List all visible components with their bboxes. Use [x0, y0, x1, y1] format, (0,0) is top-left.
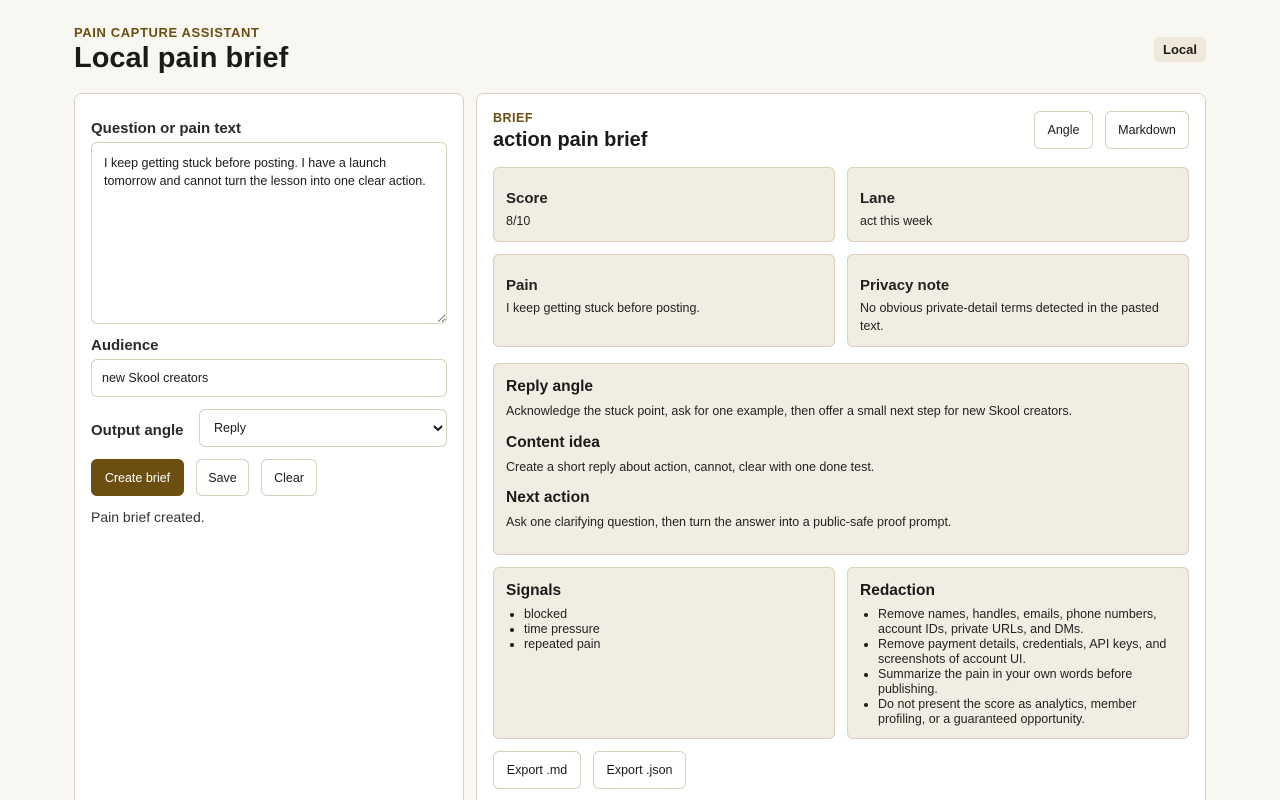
audience-input[interactable] — [91, 359, 447, 397]
pain-text-input[interactable]: I keep getting stuck before posting. I h… — [91, 142, 447, 324]
list-item: Remove payment details, credentials, API… — [878, 637, 1176, 667]
page-title: Local pain brief — [74, 42, 289, 74]
privacy-card: Privacy note No obvious private-detail t… — [847, 254, 1189, 347]
signals-heading: Signals — [506, 582, 562, 599]
privacy-value: No obvious private-detail terms detected… — [860, 301, 1159, 333]
pain-card: Pain I keep getting stuck before posting… — [493, 254, 835, 347]
list-item: time pressure — [524, 622, 822, 637]
angles-card: Reply angle Acknowledge the stuck point,… — [493, 363, 1189, 555]
score-label: Score — [506, 190, 548, 207]
angle-button[interactable]: Angle — [1034, 111, 1093, 149]
lane-card: Lane act this week — [847, 167, 1189, 242]
pain-value: I keep getting stuck before posting. — [506, 301, 700, 315]
lane-value: act this week — [860, 214, 933, 228]
list-item: Do not present the score as analytics, m… — [878, 697, 1176, 727]
input-panel: Question or pain text I keep getting stu… — [74, 93, 464, 800]
list-item: blocked — [524, 607, 822, 622]
output-angle-select[interactable]: Reply — [199, 409, 447, 447]
lane-label: Lane — [860, 190, 896, 207]
reply-angle-heading: Reply angle — [506, 378, 593, 395]
list-item: repeated pain — [524, 637, 822, 652]
redaction-card: Redaction Remove names, handles, emails,… — [847, 567, 1189, 739]
audience-label: Audience — [91, 337, 159, 354]
output-angle-label: Output angle — [91, 422, 184, 439]
signals-list: blocked time pressure repeated pain — [524, 607, 822, 652]
score-value: 8/10 — [506, 214, 531, 228]
signals-card: Signals blocked time pressure repeated p… — [493, 567, 835, 739]
create-brief-button[interactable]: Create brief — [91, 459, 184, 496]
status-message: Pain brief created. — [91, 509, 205, 525]
brief-title: action pain brief — [493, 129, 648, 151]
next-action-heading: Next action — [506, 489, 590, 506]
reply-angle-text: Acknowledge the stuck point, ask for one… — [506, 404, 1073, 418]
clear-button[interactable]: Clear — [261, 459, 317, 496]
next-action-text: Ask one clarifying question, then turn t… — [506, 515, 952, 529]
redaction-list: Remove names, handles, emails, phone num… — [878, 607, 1176, 727]
brief-eyebrow: BRIEF — [493, 111, 533, 125]
list-item: Remove names, handles, emails, phone num… — [878, 607, 1176, 637]
pain-text-label: Question or pain text — [91, 120, 242, 137]
export-json-button[interactable]: Export .json — [593, 751, 686, 789]
export-md-button[interactable]: Export .md — [493, 751, 581, 789]
content-idea-text: Create a short reply about action, canno… — [506, 460, 875, 474]
brief-panel: BRIEF action pain brief Angle Markdown S… — [476, 93, 1206, 800]
privacy-label: Privacy note — [860, 277, 950, 294]
score-card: Score 8/10 — [493, 167, 835, 242]
pain-label: Pain — [506, 277, 538, 294]
redaction-heading: Redaction — [860, 582, 935, 599]
content-idea-heading: Content idea — [506, 434, 600, 451]
local-badge: Local — [1154, 37, 1206, 62]
app-eyebrow: PAIN CAPTURE ASSISTANT — [74, 25, 260, 40]
markdown-button[interactable]: Markdown — [1105, 111, 1189, 149]
save-button[interactable]: Save — [196, 459, 249, 496]
list-item: Summarize the pain in your own words bef… — [878, 667, 1176, 697]
